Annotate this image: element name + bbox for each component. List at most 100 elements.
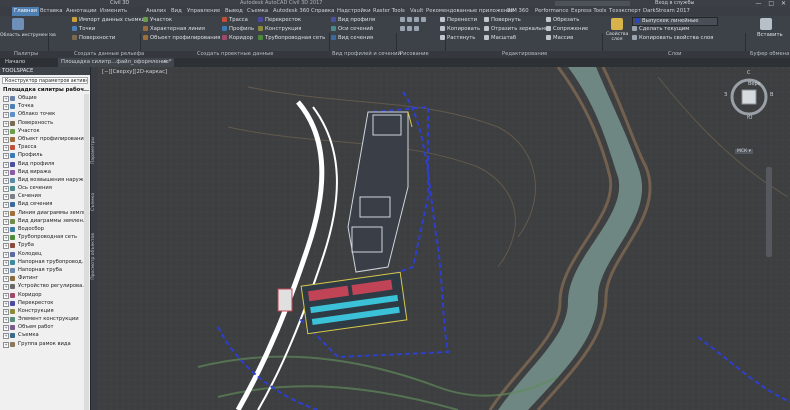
expand-icon[interactable]: + (3, 194, 9, 201)
tree-item[interactable]: + Фитинг (0, 274, 90, 283)
sign-in-link[interactable]: Вход в службы (655, 0, 694, 7)
tree-item[interactable]: + Вид сечения (0, 200, 90, 209)
expand-icon[interactable]: + (3, 276, 9, 283)
corridor-button[interactable]: Коридор (222, 35, 253, 42)
points-button[interactable]: Точки (72, 26, 95, 33)
assembly-button[interactable]: Конструкция (258, 26, 301, 33)
fillet-button[interactable]: Сопряжение (546, 26, 588, 33)
move-button[interactable]: Перенести (440, 17, 477, 24)
tab-view[interactable]: Вид (171, 7, 182, 16)
tree-item[interactable]: + Элемент конструкции (0, 315, 90, 324)
wcs-menu[interactable]: МСК ▾ (735, 149, 753, 154)
expand-icon[interactable]: + (3, 96, 9, 102)
tab-tehexpert[interactable]: Техэксперт (609, 7, 641, 16)
doc-tab-drawing[interactable]: Площадка силитр...файл_оформление* (58, 58, 175, 67)
layer-dropdown[interactable]: Выпускек линейные (632, 17, 718, 26)
tree-item[interactable]: + Облако точек (0, 110, 90, 119)
expand-icon[interactable]: + (3, 169, 9, 176)
doc-tab-start[interactable]: Начало (2, 58, 28, 67)
sample-lines-button[interactable]: Оси сечений (331, 26, 373, 33)
section-views-button[interactable]: Вид сечения (331, 35, 373, 42)
tree-item[interactable]: + Вид возвышения наруж... (0, 176, 90, 184)
tree-item[interactable]: + Устройство регулирова... (0, 282, 90, 291)
tree-item[interactable]: + Объем работ (0, 323, 90, 332)
tab-output[interactable]: Вывод (225, 7, 243, 16)
toolspace-scrollbar[interactable] (84, 94, 89, 410)
tree-item[interactable]: + Перекресток (0, 299, 90, 307)
tree-item[interactable]: + Линия диаграммы земля... (0, 209, 90, 217)
rotate-button[interactable]: Повернуть (484, 17, 521, 24)
expand-icon[interactable]: + (3, 333, 9, 340)
tree-item[interactable]: + Напорная трубопровод... (0, 258, 90, 266)
scale-button[interactable]: Масштаб (484, 35, 516, 42)
tree-item[interactable]: + Сечения (0, 192, 90, 201)
expand-icon[interactable]: + (3, 292, 9, 299)
tab-annotate[interactable]: Аннотации (66, 7, 97, 16)
tree-item[interactable]: + Трасса (0, 143, 90, 152)
make-current-button[interactable]: Сделать текущим (632, 26, 689, 33)
tree-item[interactable]: + Вид виража (0, 168, 90, 176)
expand-icon[interactable]: + (3, 251, 9, 258)
stretch-button[interactable]: Растянуть (440, 35, 475, 42)
expand-icon[interactable]: + (3, 145, 9, 152)
tab-darkstream[interactable]: DarkStream 2017 (643, 7, 690, 16)
tab-help[interactable]: Справка (311, 7, 334, 16)
expand-icon[interactable]: + (3, 325, 9, 332)
copy-button[interactable]: Копировать (440, 26, 480, 33)
tree-item[interactable]: + Коридор (0, 291, 90, 299)
tree-item[interactable]: + Водосбор (0, 225, 90, 233)
expand-icon[interactable]: + (3, 300, 9, 307)
tree-root[interactable]: Площадка силитры рабоч... (3, 86, 89, 94)
expand-icon[interactable]: + (3, 243, 9, 250)
expand-icon[interactable]: + (3, 267, 9, 274)
profile-view-button[interactable]: Вид профиля (331, 17, 375, 24)
parcels-button[interactable]: Участок (143, 17, 172, 24)
paste-button[interactable]: Вставить (757, 32, 783, 39)
expand-icon[interactable]: + (3, 259, 9, 266)
profile-button[interactable]: Профиль (222, 26, 254, 33)
viewcube-top-label[interactable]: Верх (748, 81, 761, 87)
tree-item[interactable]: + Съемка (0, 331, 90, 340)
tab-bim360[interactable]: BIM 360 (507, 7, 529, 16)
expand-icon[interactable]: + (3, 202, 9, 209)
expand-icon[interactable]: + (3, 112, 9, 119)
tab-vault[interactable]: Vault (410, 7, 423, 16)
tree-item[interactable]: + Участок (0, 127, 90, 135)
expand-icon[interactable]: + (3, 136, 9, 143)
expand-icon[interactable]: + (3, 120, 9, 127)
tab-raster-tools[interactable]: Raster Tools (373, 7, 405, 16)
expand-icon[interactable]: + (3, 341, 9, 348)
close-button[interactable]: ✕ (781, 0, 786, 7)
expand-icon[interactable]: + (3, 218, 9, 225)
tree-item[interactable]: + Объект профилирования (0, 135, 90, 143)
maximize-button[interactable]: □ (768, 0, 774, 7)
expand-icon[interactable]: + (3, 177, 9, 184)
import-survey-button[interactable]: Импорт данных съемки (72, 17, 145, 24)
expand-icon[interactable]: + (3, 284, 9, 291)
pipe-network-button[interactable]: Трубопроводная сеть (258, 35, 325, 42)
tab-modify[interactable]: Изменить (100, 7, 127, 16)
expand-icon[interactable]: + (3, 210, 9, 217)
tab-manage[interactable]: Управление (187, 7, 220, 16)
tree-item[interactable]: + Конструкция (0, 307, 90, 315)
tab-performance[interactable]: Performance (535, 7, 569, 16)
drawing-canvas[interactable]: [−][Сверху][2D-каркас] Верх С Ю З В МСК … (98, 67, 790, 410)
tab-survey[interactable]: Съемка (247, 7, 268, 16)
expand-icon[interactable]: + (3, 235, 9, 242)
expand-icon[interactable]: + (3, 186, 9, 193)
expand-icon[interactable]: + (3, 317, 9, 324)
expand-icon[interactable]: + (3, 308, 9, 315)
tree-item[interactable]: + Поверхность (0, 119, 90, 127)
tab-analyze[interactable]: Анализ (146, 7, 166, 16)
grading-button[interactable]: Объект профилирования (143, 35, 220, 42)
tree-item[interactable]: + Вид диаграммы землен... (0, 217, 90, 225)
tree-item[interactable]: + Труба (0, 241, 90, 250)
tree-item[interactable]: + Трубопроводная сеть (0, 233, 90, 242)
tab-insert[interactable]: Вставка (40, 7, 62, 16)
tree-item[interactable]: + Вид профиля (0, 160, 90, 168)
mirror-button[interactable]: Отразить зеркально (484, 26, 548, 33)
feature-line-button[interactable]: Характерная линия (143, 26, 205, 33)
viewport-controls[interactable]: [−][Сверху][2D-каркас] (102, 69, 167, 75)
tab-express-tools[interactable]: Express Tools (571, 7, 606, 16)
expand-icon[interactable]: + (3, 153, 9, 160)
